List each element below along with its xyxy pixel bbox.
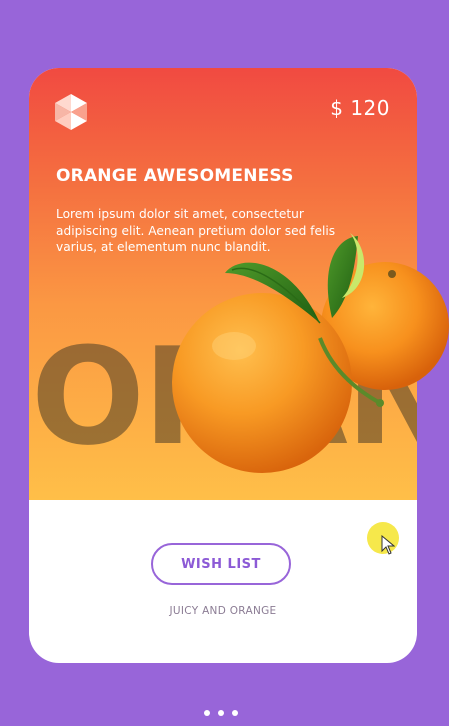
oranges-image xyxy=(172,233,449,473)
pager-dot-3[interactable] xyxy=(232,710,238,716)
wish-list-button[interactable]: WISH LIST xyxy=(151,543,291,585)
product-subtitle: JUICY AND ORANGE xyxy=(169,605,277,617)
pager-dot-2[interactable] xyxy=(218,710,224,716)
product-title: ORANGE AWESOMENESS xyxy=(56,166,294,186)
product-price: $ 120 xyxy=(330,96,390,120)
pager-dot-1[interactable] xyxy=(204,710,210,716)
mouse-pointer-icon xyxy=(381,535,395,555)
pager-dots xyxy=(204,710,238,716)
brand-logo-icon[interactable] xyxy=(55,94,87,130)
